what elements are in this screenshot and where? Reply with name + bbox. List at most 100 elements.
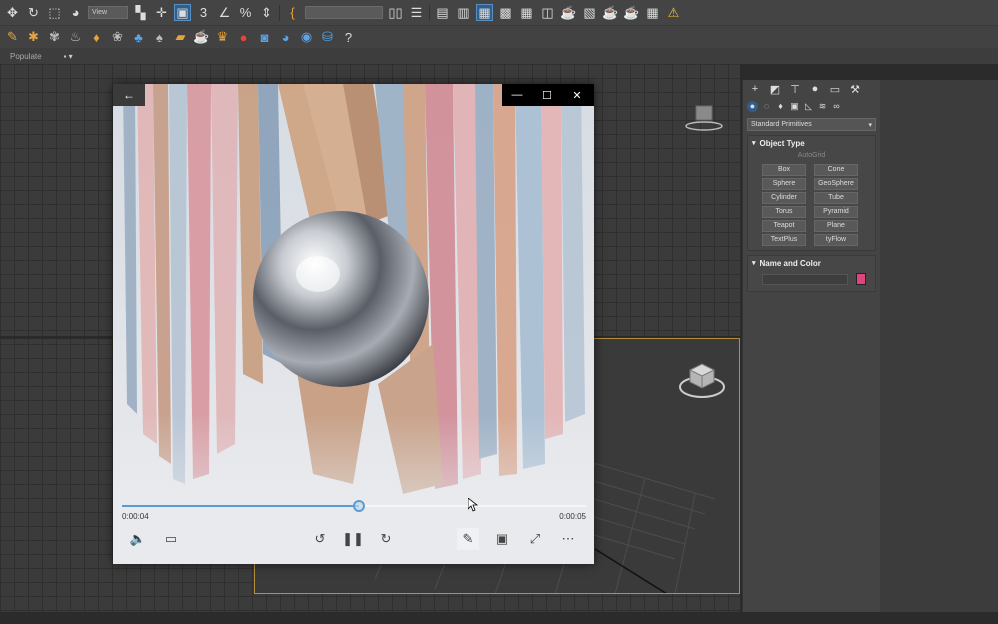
space-warps-icon[interactable]: ≋ — [817, 101, 828, 112]
render-setup-icon[interactable]: ☕ — [560, 4, 577, 21]
captions-icon[interactable]: ▭ — [160, 528, 182, 550]
plugin-fourteen-icon[interactable]: ◕ — [277, 29, 294, 46]
ribbon-toggle-icon[interactable]: ▦ — [476, 4, 493, 21]
toolbar-divider — [429, 4, 430, 21]
textplus-button[interactable]: TextPlus — [762, 234, 806, 246]
plugin-three-icon[interactable]: ✾ — [46, 29, 63, 46]
plugin-sixteen-icon[interactable]: ⛁ — [319, 29, 336, 46]
geometry-icon[interactable]: ● — [747, 100, 758, 112]
shapes-icon[interactable]: ◌ — [761, 101, 772, 112]
skip-back-10-icon[interactable]: ↺ — [309, 528, 331, 550]
object-name-field[interactable] — [762, 273, 848, 285]
percent-snap-icon[interactable]: % — [237, 4, 254, 21]
keyboard-shortcut-override-icon[interactable]: ▣ — [174, 4, 191, 21]
viewcube-top-icon[interactable] — [684, 104, 724, 132]
modify-tab-icon[interactable]: ◩ — [767, 81, 783, 97]
plugin-six-icon[interactable]: ❀ — [109, 29, 126, 46]
lights-icon[interactable]: ♦ — [775, 101, 786, 112]
populate-tab[interactable]: Populate — [10, 52, 42, 61]
primitive-category-dropdown[interactable]: Standard Primitives ▾ — [747, 118, 876, 131]
seek-bar[interactable] — [122, 500, 586, 512]
back-button[interactable]: ← — [113, 84, 145, 106]
grid-icon[interactable]: ▦ — [644, 4, 661, 21]
video-frame[interactable] — [113, 84, 594, 564]
object-type-header[interactable]: ▾ Object Type — [748, 136, 875, 150]
mirror-icon[interactable]: ▯▯ — [387, 4, 404, 21]
angle-snap-icon[interactable]: ∠ — [216, 4, 233, 21]
minimize-button[interactable]: — — [502, 84, 532, 106]
teapot-button[interactable]: Teapot — [762, 220, 806, 232]
place-icon[interactable]: ◕ — [67, 4, 84, 21]
scene-explorer-icon[interactable]: ▤ — [434, 4, 451, 21]
command-panel: + ◩ ⊤ ● ▭ ⚒ ● ◌ ♦ ▣ ◺ ≋ ∞ Standard Primi… — [742, 80, 880, 612]
pause-icon[interactable]: ❚❚ — [342, 528, 364, 550]
tube-button[interactable]: Tube — [814, 192, 858, 204]
fullscreen-icon[interactable]: ⤢ — [524, 528, 546, 550]
pyramid-button[interactable]: Pyramid — [814, 206, 858, 218]
box-button[interactable]: Box — [762, 164, 806, 176]
plugin-eleven-icon[interactable]: ♛ — [214, 29, 231, 46]
motion-tab-icon[interactable]: ● — [807, 81, 823, 97]
cylinder-button[interactable]: Cylinder — [762, 192, 806, 204]
layer-explorer-icon[interactable]: ▥ — [455, 4, 472, 21]
object-color-swatch[interactable] — [856, 273, 866, 285]
render-production-icon[interactable]: ☕ — [602, 4, 619, 21]
seek-progress — [122, 505, 359, 507]
plugin-two-icon[interactable]: ✱ — [25, 29, 42, 46]
volume-icon[interactable]: 🔈 — [127, 528, 149, 550]
cone-button[interactable]: Cone — [814, 164, 858, 176]
plugin-thirteen-icon[interactable]: ◙ — [256, 29, 273, 46]
plugin-eight-icon[interactable]: ♠ — [151, 29, 168, 46]
snap-toggle-icon[interactable]: 3 — [195, 4, 212, 21]
plugin-fire-icon[interactable]: ♦ — [88, 29, 105, 46]
edit-named-selection-icon[interactable]: { — [284, 4, 301, 21]
helpers-icon[interactable]: ◺ — [803, 101, 814, 112]
plugin-ten-icon[interactable]: ☕ — [193, 29, 210, 46]
maximize-button[interactable]: ☐ — [532, 84, 562, 106]
autogrid-checkbox[interactable]: AutoGrid — [748, 150, 875, 162]
spinner-snap-icon[interactable]: ⇕ — [258, 4, 275, 21]
plugin-nine-icon[interactable]: ▰ — [172, 29, 189, 46]
rendered-frame-window-icon[interactable]: ▧ — [581, 4, 598, 21]
pivot-icon[interactable]: ▚ — [132, 4, 149, 21]
curve-editor-icon[interactable]: ▩ — [497, 4, 514, 21]
plugin-seven-icon[interactable]: ♣ — [130, 29, 147, 46]
plugin-four-icon[interactable]: ♨ — [67, 29, 84, 46]
main-toolbar: ✥ ↻ ⬚ ◕ View ▚ ✛ ▣ 3 ∠ % ⇕ { ▯▯ ☰ ▤ ▥ ▦ … — [0, 0, 998, 26]
warning-icon[interactable]: ⚠ — [665, 4, 682, 21]
schematic-view-icon[interactable]: ▦ — [518, 4, 535, 21]
select-manipulate-icon[interactable]: ✛ — [153, 4, 170, 21]
plane-button[interactable]: Plane — [814, 220, 858, 232]
plugin-twelve-icon[interactable]: ● — [235, 29, 252, 46]
close-button[interactable]: ✕ — [562, 84, 592, 106]
utilities-tab-icon[interactable]: ⚒ — [847, 81, 863, 97]
torus-button[interactable]: Torus — [762, 206, 806, 218]
align-icon[interactable]: ☰ — [408, 4, 425, 21]
reference-coordinate-dropdown[interactable]: View — [88, 6, 128, 19]
seek-thumb[interactable] — [352, 500, 365, 512]
tyflow-button[interactable]: tyFlow — [814, 234, 858, 246]
name-and-color-header[interactable]: ▾ Name and Color — [748, 256, 875, 270]
more-icon[interactable]: ⋯ — [557, 528, 579, 550]
sphere-button[interactable]: Sphere — [762, 178, 806, 190]
plugin-one-icon[interactable]: ✎ — [4, 29, 21, 46]
geosphere-button[interactable]: GeoSphere — [814, 178, 858, 190]
render-iterative-icon[interactable]: ☕ — [623, 4, 640, 21]
hierarchy-tab-icon[interactable]: ⊤ — [787, 81, 803, 97]
create-tab-icon[interactable]: + — [747, 81, 763, 97]
help-icon[interactable]: ? — [340, 29, 357, 46]
skip-forward-30-icon[interactable]: ↻ — [375, 528, 397, 550]
systems-icon[interactable]: ∞ — [831, 101, 842, 112]
mini-view-icon[interactable]: ▣ — [491, 528, 513, 550]
named-selection-dropdown[interactable] — [305, 6, 383, 19]
material-editor-icon[interactable]: ◫ — [539, 4, 556, 21]
pencil-icon[interactable]: ✎ — [457, 528, 479, 550]
cameras-icon[interactable]: ▣ — [789, 101, 800, 112]
rotate-icon[interactable]: ↻ — [25, 4, 42, 21]
move-icon[interactable]: ✥ — [4, 4, 21, 21]
scale-icon[interactable]: ⬚ — [46, 4, 63, 21]
display-tab-icon[interactable]: ▭ — [827, 81, 843, 97]
populate-dropdown[interactable]: ▪ ▾ — [64, 52, 73, 61]
plugin-fifteen-icon[interactable]: ◉ — [298, 29, 315, 46]
viewcube-perspective-icon[interactable] — [676, 360, 728, 400]
